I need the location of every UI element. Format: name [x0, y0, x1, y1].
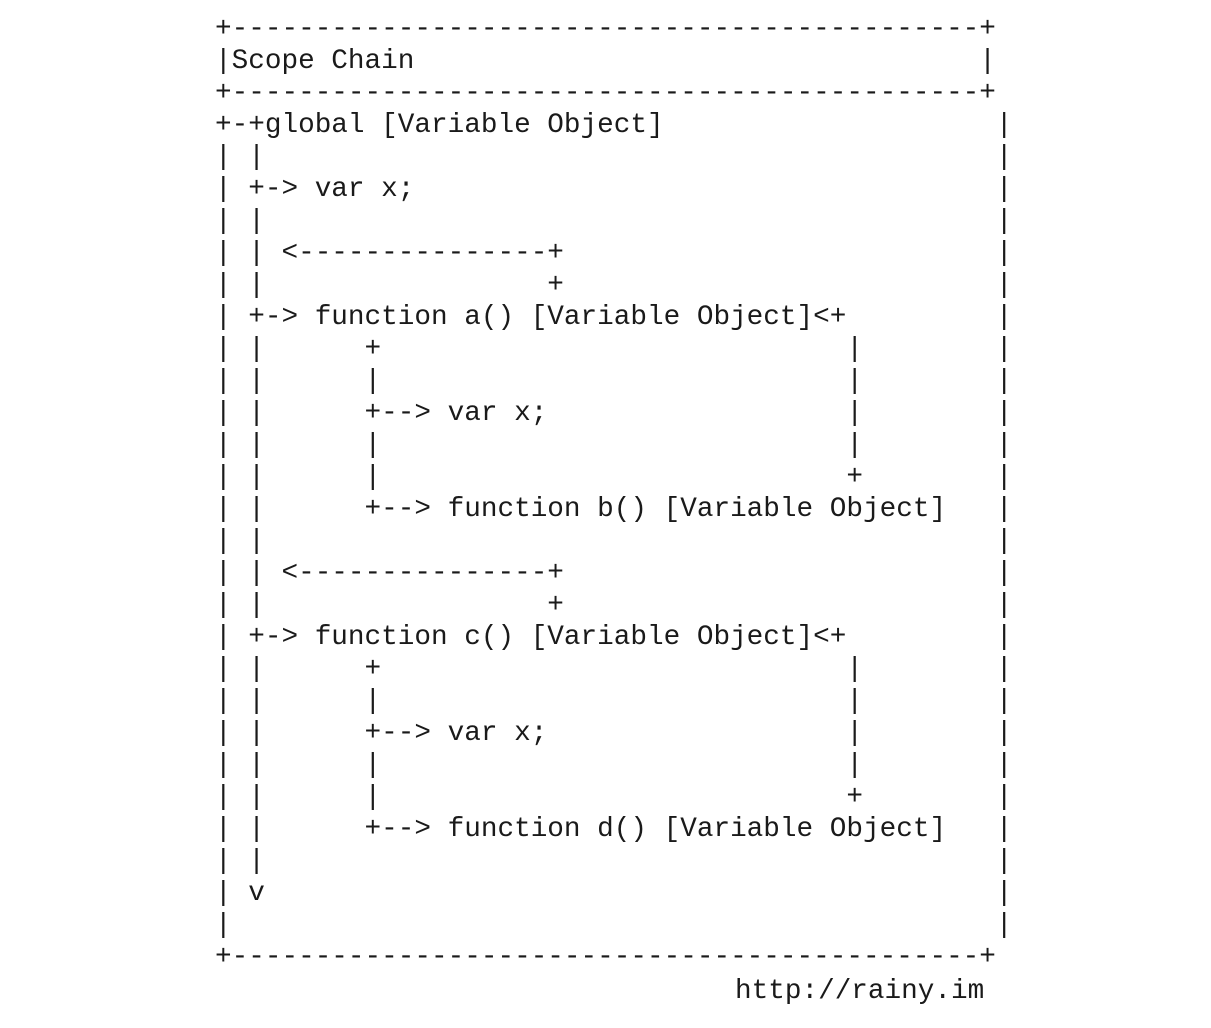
diagram-title-line: |Scope Chain |	[215, 46, 996, 77]
diagram-line: | | |	[215, 142, 1013, 173]
diagram-line: +---------------------------------------…	[215, 942, 996, 973]
watermark-url: http://rainy.im	[735, 976, 985, 1007]
global-variable-object-line: +-+global [Variable Object] |	[215, 110, 1013, 141]
diagram-line: | | |	[215, 206, 1013, 237]
function-b-line: | | +--> function b() [Variable Object] …	[215, 494, 1013, 525]
global-var-x-line: | +-> var x; |	[215, 174, 1013, 205]
function-d-line: | | +--> function d() [Variable Object] …	[215, 814, 1013, 845]
function-a-line: | +-> function a() [Variable Object]<+ |	[215, 302, 1013, 333]
diagram-line: | | |	[215, 526, 1013, 557]
diagram-line: | | |	[215, 846, 1013, 877]
diagram-line: | | + | |	[215, 654, 1013, 685]
diagram-line: | | | | |	[215, 366, 1013, 397]
diagram-arrow-line: | | <---------------+ |	[215, 238, 1013, 269]
diagram-line: +---------------------------------------…	[215, 14, 996, 45]
chain-end-arrow-line: | v |	[215, 878, 1013, 909]
diagram-line: | | | | |	[215, 750, 1013, 781]
diagram-line: | |	[215, 910, 1013, 941]
diagram-line: | | | + |	[215, 462, 1013, 493]
diagram-line: | | + | |	[215, 334, 1013, 365]
diagram-line: | | | | |	[215, 686, 1013, 717]
diagram-line: | | + |	[215, 270, 1013, 301]
diagram-arrow-line: | | <---------------+ |	[215, 558, 1013, 589]
diagram-line: | | + |	[215, 590, 1013, 621]
scope-chain-diagram: +---------------------------------------…	[215, 14, 1013, 974]
diagram-line: | | | + |	[215, 782, 1013, 813]
diagram-line: | | | | |	[215, 430, 1013, 461]
function-c-line: | +-> function c() [Variable Object]<+ |	[215, 622, 1013, 653]
function-c-var-x-line: | | +--> var x; | |	[215, 718, 1013, 749]
function-a-var-x-line: | | +--> var x; | |	[215, 398, 1013, 429]
diagram-line: +---------------------------------------…	[215, 78, 996, 109]
